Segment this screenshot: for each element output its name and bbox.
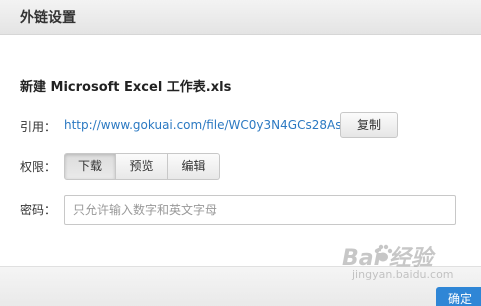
confirm-button[interactable]: 确定 xyxy=(436,287,481,306)
dialog-header: 外链设置 xyxy=(0,0,481,35)
share-link-dialog: 外链设置 新建 Microsoft Excel 工作表.xls 引用： http… xyxy=(0,0,481,306)
permission-preview-button[interactable]: 预览 xyxy=(116,153,168,180)
password-label: 密码： xyxy=(20,203,57,217)
paw-icon xyxy=(374,244,393,262)
permission-label: 权限： xyxy=(20,160,57,174)
copy-button[interactable]: 复制 xyxy=(340,112,398,138)
file-name: 新建 Microsoft Excel 工作表.xls xyxy=(20,80,232,95)
reference-label: 引用： xyxy=(20,120,57,134)
permission-toggle-group: 下载 预览 编辑 xyxy=(64,153,220,180)
dialog-footer xyxy=(0,266,481,306)
permission-download-button[interactable]: 下载 xyxy=(64,153,116,180)
share-link-url[interactable]: http://www.gokuai.com/file/WC0y3N4GCs28A… xyxy=(64,118,340,132)
permission-edit-button[interactable]: 编辑 xyxy=(168,153,220,180)
dialog-title: 外链设置 xyxy=(20,10,76,26)
password-input[interactable] xyxy=(64,195,456,225)
